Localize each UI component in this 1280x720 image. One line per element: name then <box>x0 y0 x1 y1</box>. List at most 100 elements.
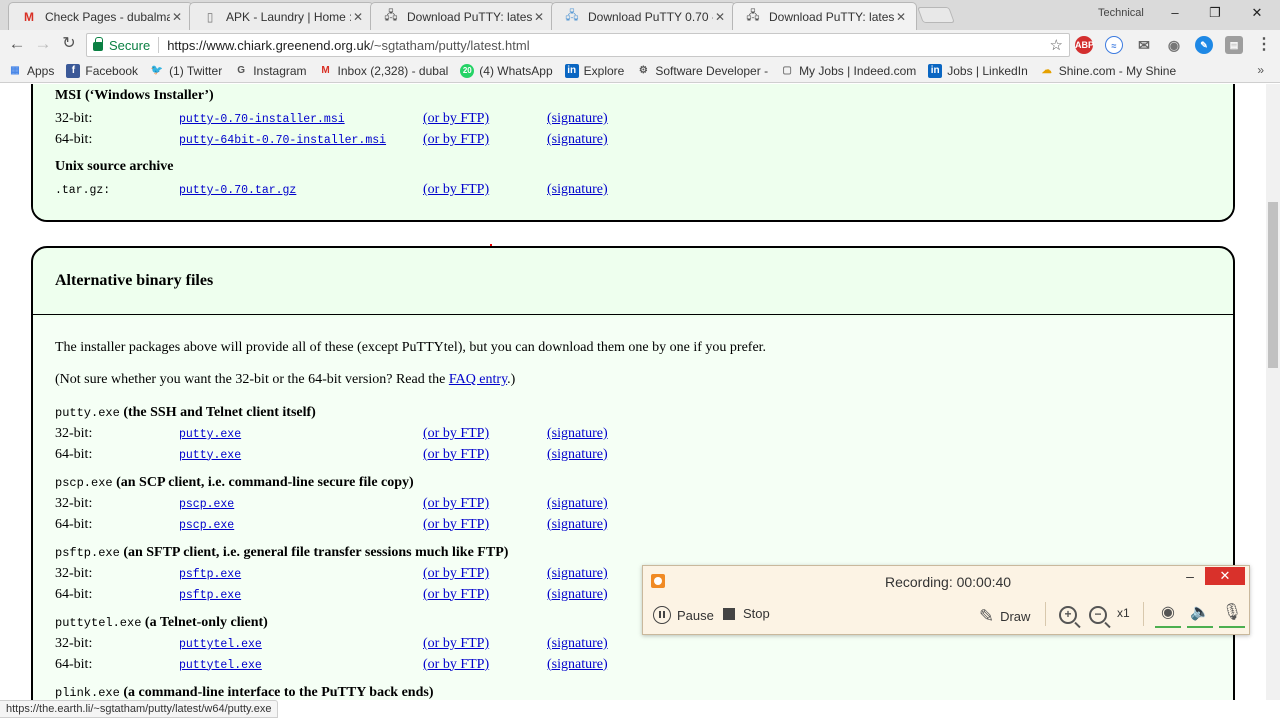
download-link[interactable]: pscp.exe <box>179 498 234 511</box>
section-title: Alternative binary files <box>55 272 214 289</box>
profile-label[interactable]: Technical <box>1098 7 1144 19</box>
extension-sync-icon[interactable]: ≈ <box>1105 36 1123 54</box>
signature-link[interactable]: (signature) <box>547 111 608 127</box>
ftp-link[interactable]: (or by FTP) <box>423 132 489 148</box>
ftp-link[interactable]: (or by FTP) <box>423 517 489 533</box>
bookmark-explore[interactable]: in Explore <box>564 63 624 78</box>
tab-check-pages[interactable]: M Check Pages - dubalmah ✕ <box>8 2 193 30</box>
recorder-close-button[interactable]: ✕ <box>1205 567 1245 585</box>
signature-link[interactable]: (signature) <box>547 426 608 442</box>
scrollbar-thumb[interactable] <box>1268 202 1278 368</box>
camera-icon[interactable]: ◉ <box>1165 36 1183 54</box>
download-link[interactable]: psftp.exe <box>179 589 241 602</box>
window-close-button[interactable]: ✕ <box>1242 4 1272 24</box>
bookmark-facebook[interactable]: f Facebook <box>66 63 138 78</box>
screen-recorder-widget[interactable]: Recording: 00:00:40 – ✕ Pause Stop ✎ Dra… <box>642 565 1250 635</box>
mail-icon[interactable]: ✉ <box>1135 36 1153 54</box>
close-icon[interactable]: ✕ <box>713 10 727 24</box>
more-bookmarks-icon[interactable]: » <box>1257 63 1264 77</box>
putty-icon: 🖧 <box>565 8 579 22</box>
bookmark-whatsapp[interactable]: 20 (4) WhatsApp <box>460 63 553 78</box>
download-link[interactable]: puttytel.exe <box>179 659 262 672</box>
signature-link[interactable]: (signature) <box>547 657 608 673</box>
binary-name: plink.exe <box>55 686 120 700</box>
binary-row: 32-bit: pscp.exe (or by FTP) (signature) <box>55 496 755 514</box>
adblock-icon[interactable]: ABP <box>1075 36 1094 54</box>
bookmark-indeed[interactable]: ▢ My Jobs | Indeed.com <box>780 64 916 78</box>
bookmark-software-developer[interactable]: ⚙ Software Developer - <box>636 64 768 78</box>
speaker-icon[interactable]: 🔈 <box>1187 602 1213 628</box>
bookmark-star-icon[interactable]: ☆ <box>1050 36 1063 54</box>
signature-link[interactable]: (signature) <box>547 517 608 533</box>
bookmark-label: (4) WhatsApp <box>479 63 553 78</box>
signature-link[interactable]: (signature) <box>547 447 608 463</box>
download-link[interactable]: putty-64bit-0.70-installer.msi <box>179 134 386 147</box>
ftp-link[interactable]: (or by FTP) <box>423 566 489 582</box>
pause-button[interactable]: Pause <box>653 606 714 624</box>
microphone-icon[interactable]: 🎙 <box>1219 602 1245 628</box>
extension-icon[interactable]: ✎ <box>1195 36 1213 54</box>
menu-icon[interactable]: ⋮ <box>1255 36 1273 54</box>
reload-icon[interactable]: ↻ <box>58 34 80 56</box>
ftp-link[interactable]: (or by FTP) <box>423 182 489 198</box>
download-link[interactable]: putty-0.70.tar.gz <box>179 184 296 197</box>
tab-apk-laundry[interactable]: ▯ APK - Laundry | Home :: F ✕ <box>189 2 374 30</box>
faq-link[interactable]: FAQ entry <box>449 372 507 387</box>
draw-button[interactable]: ✎ Draw <box>979 606 1030 627</box>
tab-download-putty-2[interactable]: 🖧 Download PuTTY 0.70 - F ✕ <box>551 2 736 30</box>
tab-download-putty-1[interactable]: 🖧 Download PuTTY: latest r ✕ <box>370 2 555 30</box>
tab-download-putty-active[interactable]: 🖧 Download PuTTY: latest r ✕ <box>732 2 917 30</box>
forward-icon[interactable]: → <box>32 34 54 56</box>
signature-link[interactable]: (signature) <box>547 132 608 148</box>
close-icon[interactable]: ✕ <box>532 10 546 24</box>
signature-link[interactable]: (signature) <box>547 636 608 652</box>
stop-button[interactable]: Stop <box>723 606 770 621</box>
download-link[interactable]: putty-0.70-installer.msi <box>179 113 345 126</box>
zoom-level: x1 <box>1117 606 1130 620</box>
download-link[interactable]: putty.exe <box>179 428 241 441</box>
download-link[interactable]: puttytel.exe <box>179 638 262 651</box>
address-bar[interactable]: Secure https://www.chiark.greenend.org.u… <box>86 33 1070 57</box>
ftp-link[interactable]: (or by FTP) <box>423 447 489 463</box>
msi-row-64: 64-bit: putty-64bit-0.70-installer.msi (… <box>55 132 755 150</box>
signature-link[interactable]: (signature) <box>547 182 608 198</box>
close-icon[interactable]: ✕ <box>170 10 184 24</box>
binary-description: (a command-line interface to the PuTTY b… <box>123 685 434 700</box>
webcam-icon[interactable]: ◉ <box>1155 602 1181 628</box>
bookmark-instagram[interactable]: G Instagram <box>234 64 306 78</box>
ftp-link[interactable]: (or by FTP) <box>423 111 489 127</box>
signature-link[interactable]: (signature) <box>547 587 608 603</box>
ftp-link[interactable]: (or by FTP) <box>423 636 489 652</box>
extension-gray-icon[interactable]: ▤ <box>1225 36 1243 54</box>
download-link[interactable]: pscp.exe <box>179 519 234 532</box>
restore-button[interactable]: ❐ <box>1200 4 1230 24</box>
zoom-out-button[interactable]: − <box>1089 606 1107 624</box>
bookmark-apps[interactable]: ▦ Apps <box>8 64 54 78</box>
recorder-minimize-button[interactable]: – <box>1181 568 1199 584</box>
download-link[interactable]: psftp.exe <box>179 568 241 581</box>
bookmark-twitter[interactable]: 🐦 (1) Twitter <box>150 64 222 78</box>
close-icon[interactable]: ✕ <box>894 10 908 24</box>
minimize-button[interactable]: – <box>1160 4 1190 24</box>
new-tab-button[interactable] <box>917 7 955 23</box>
vertical-scrollbar[interactable] <box>1266 84 1280 700</box>
binary-name: putty.exe <box>55 406 120 420</box>
zoom-in-button[interactable]: + <box>1059 606 1077 624</box>
bookmark-shine[interactable]: ☁ Shine.com - My Shine <box>1040 64 1176 78</box>
close-icon[interactable]: ✕ <box>351 10 365 24</box>
url-text[interactable]: https://www.chiark.greenend.org.uk/~sgta… <box>167 38 529 53</box>
binary-row: 64-bit: pscp.exe (or by FTP) (signature) <box>55 517 755 535</box>
ftp-link[interactable]: (or by FTP) <box>423 496 489 512</box>
ftp-link[interactable]: (or by FTP) <box>423 587 489 603</box>
msi-row-32: 32-bit: putty-0.70-installer.msi (or by … <box>55 111 755 129</box>
signature-link[interactable]: (signature) <box>547 566 608 582</box>
gear-icon: ⚙ <box>638 65 648 76</box>
signature-link[interactable]: (signature) <box>547 496 608 512</box>
download-link[interactable]: putty.exe <box>179 449 241 462</box>
bookmark-inbox[interactable]: M Inbox (2,328) - dubal <box>319 64 448 78</box>
url-path: /~sgtatham/putty/latest.html <box>370 37 530 53</box>
back-icon[interactable]: ← <box>6 34 28 56</box>
bookmark-linkedin-jobs[interactable]: in Jobs | LinkedIn <box>928 63 1028 78</box>
ftp-link[interactable]: (or by FTP) <box>423 657 489 673</box>
ftp-link[interactable]: (or by FTP) <box>423 426 489 442</box>
